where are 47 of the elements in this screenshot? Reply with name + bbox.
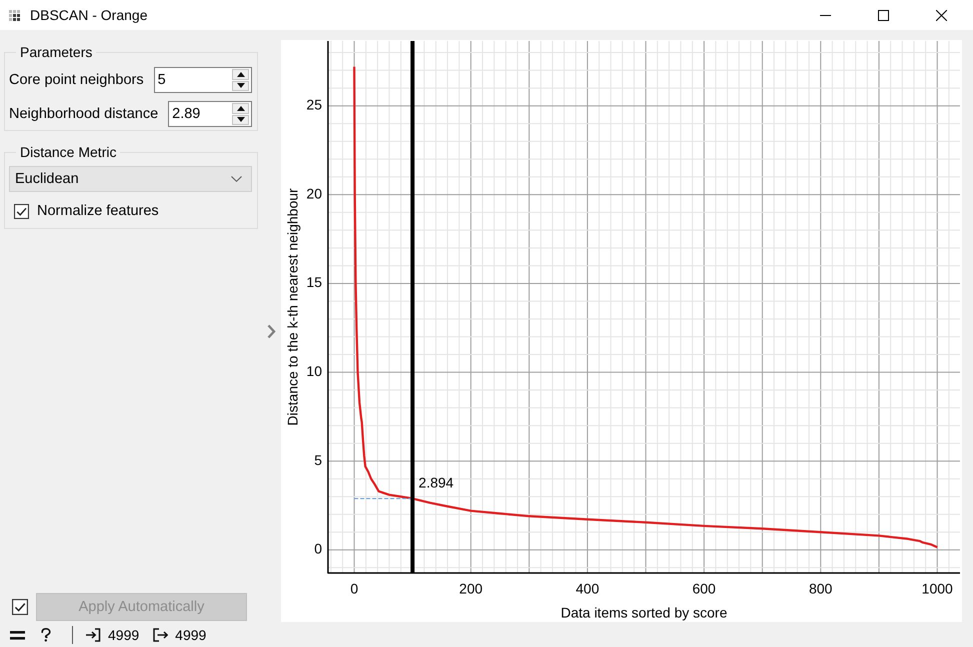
- caret-up-icon: [236, 106, 244, 111]
- x-tick-label: 1000: [922, 580, 953, 597]
- cutoff-value-label: 2.894: [418, 474, 454, 490]
- decrement-button[interactable]: [232, 114, 249, 125]
- caret-down-icon: [236, 83, 244, 88]
- cutoff-line[interactable]: [410, 41, 415, 573]
- y-tick-label: 0: [314, 540, 322, 557]
- close-icon: [936, 10, 946, 20]
- spin-box[interactable]: 2.89: [168, 101, 252, 127]
- y-tick-label: 15: [306, 274, 322, 290]
- y-tick-label: 25: [306, 96, 322, 113]
- group-title: Parameters: [19, 44, 94, 60]
- increment-button[interactable]: [232, 69, 249, 80]
- x-tick-label: 800: [808, 580, 832, 597]
- normalize-checkbox[interactable]: Normalize features: [9, 202, 159, 220]
- chevron-right-icon[interactable]: [267, 324, 276, 338]
- decrement-button[interactable]: [232, 80, 249, 91]
- output-count: 4999: [175, 626, 206, 642]
- caret-up-icon: [236, 72, 244, 77]
- y-tick-label: 5: [314, 452, 322, 468]
- distance-metric-dropdown[interactable]: Euclidean: [9, 166, 252, 192]
- x-tick-label: 0: [350, 580, 358, 597]
- field-label: Core point neighbors: [9, 72, 144, 88]
- input-icon: [86, 628, 101, 642]
- increment-button[interactable]: [232, 103, 249, 114]
- number-input[interactable]: 2.89: [169, 102, 232, 126]
- x-tick-label: 200: [459, 580, 483, 597]
- x-tick-label: 600: [692, 580, 716, 597]
- chevron-down-icon: [231, 176, 242, 182]
- number-input[interactable]: 5: [154, 68, 232, 92]
- y-tick-label: 20: [306, 185, 322, 202]
- checkbox-icon[interactable]: [12, 599, 28, 615]
- maximize-icon: [878, 10, 888, 20]
- x-axis-title: Data items sorted by score: [560, 604, 728, 621]
- window-title: DBSCAN - Orange: [30, 7, 148, 23]
- group-title: Distance Metric: [19, 144, 118, 160]
- grid-icon: [9, 10, 20, 20]
- field-label: Neighborhood distance: [9, 106, 158, 122]
- spin-box[interactable]: 5: [154, 67, 252, 93]
- input-count: 4999: [108, 626, 140, 642]
- help-icon[interactable]: [40, 628, 52, 642]
- y-axis-title: Distance to the k-th nearest neighbour: [284, 188, 301, 426]
- x-tick-label: 400: [576, 580, 600, 597]
- checkbox-icon[interactable]: [14, 204, 29, 218]
- y-tick-label: 10: [306, 362, 322, 379]
- output-icon: [153, 628, 168, 642]
- caret-down-icon: [236, 117, 244, 122]
